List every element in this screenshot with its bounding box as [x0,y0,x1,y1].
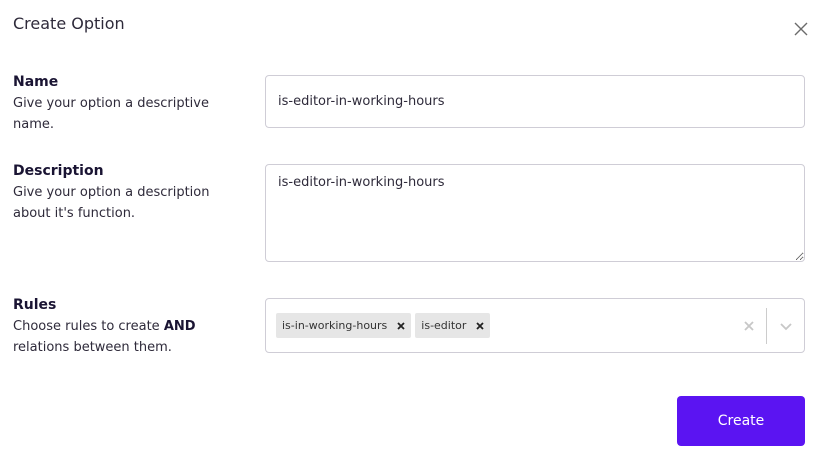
rules-multiselect[interactable]: is-in-working-hours is-editor [265,298,805,353]
x-icon[interactable] [391,313,411,338]
create-option-dialog: Create Option Name Give your option a de… [0,0,819,466]
rule-chip: is-in-working-hours [276,313,412,338]
name-input[interactable] [265,75,805,128]
close-icon[interactable] [791,19,811,39]
description-label-group: Description Give your option a descripti… [13,162,248,224]
rules-help: Choose rules to create AND relations bet… [13,319,196,355]
rule-chip-label: is-editor [421,319,467,332]
description-label: Description [13,163,104,179]
clear-icon[interactable] [732,299,766,352]
description-help: Give your option a description about it'… [13,185,210,221]
selected-rules: is-in-working-hours is-editor [266,313,732,338]
create-button[interactable]: Create [677,396,805,446]
name-help: Give your option a descriptive name. [13,96,209,132]
name-label: Name [13,74,59,90]
rule-chip-label: is-in-working-hours [282,319,388,332]
chevron-down-icon[interactable] [767,299,804,352]
rules-label: Rules [13,297,57,313]
rule-chip: is-editor [415,313,491,338]
dialog-title: Create Option [13,14,125,33]
rules-label-group: Rules Choose rules to create AND relatio… [13,296,253,358]
name-label-group: Name Give your option a descriptive name… [13,73,253,135]
x-icon[interactable] [470,313,490,338]
description-textarea[interactable]: is-editor-in-working-hours [265,164,805,262]
